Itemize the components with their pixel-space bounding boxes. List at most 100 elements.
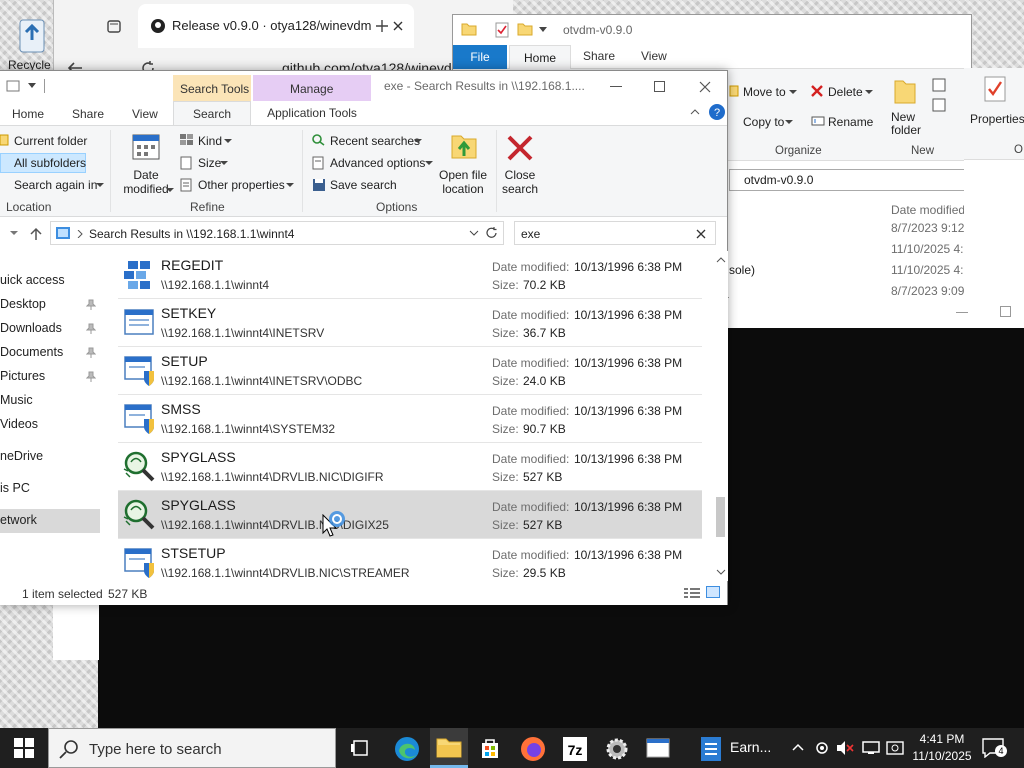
chevron-right-icon: [77, 230, 83, 238]
tab-search[interactable]: Search: [173, 101, 251, 126]
new-folder-button[interactable]: New folder: [891, 111, 921, 137]
console-app-icon[interactable]: [646, 738, 670, 758]
tab-actions-icon[interactable]: [106, 18, 122, 34]
tab-share[interactable]: Share: [583, 49, 615, 63]
rename-button[interactable]: Rename: [828, 115, 873, 129]
nav-quick-access[interactable]: uick access: [0, 273, 65, 287]
copy-to-button[interactable]: Copy to: [743, 115, 784, 129]
quick-access-dropdown-icon[interactable]: [28, 83, 36, 89]
column-date-modified[interactable]: Date modified: [891, 203, 965, 217]
address-bar[interactable]: otvdm-v0.9.0: [729, 169, 999, 191]
taskbar-date[interactable]: 11/10/2025: [910, 749, 974, 763]
delete-icon: [811, 85, 823, 97]
edge-icon[interactable]: [394, 736, 420, 762]
vertical-scrollbar[interactable]: [712, 251, 728, 581]
taskbar-time[interactable]: 4:41 PM: [917, 732, 967, 746]
recent-searches-button[interactable]: Recent searches: [330, 134, 420, 148]
all-subfolders-button[interactable]: All subfolders: [0, 153, 86, 173]
maximize-icon[interactable]: [1000, 306, 1012, 318]
nav-documents[interactable]: Documents: [0, 345, 63, 359]
network-icon[interactable]: [862, 740, 880, 756]
scroll-thumb[interactable]: [716, 497, 725, 537]
scroll-down-icon[interactable]: [716, 569, 726, 575]
search-again-in-button[interactable]: Search again in: [14, 178, 97, 192]
search-result-row[interactable]: SPYGLASS \\192.168.1.1\winnt4\DRVLIB.NIC\…: [118, 491, 702, 539]
minimize-button[interactable]: [594, 75, 640, 99]
minimize-icon[interactable]: [956, 312, 968, 314]
tab-share[interactable]: Share: [72, 107, 104, 121]
start-icon[interactable]: [14, 738, 34, 758]
7zip-icon[interactable]: 7z: [562, 736, 588, 762]
store-icon[interactable]: [478, 736, 502, 760]
close-button[interactable]: [682, 75, 728, 99]
taskbar-search-box[interactable]: Type here to search: [48, 728, 336, 768]
chevron-up-icon[interactable]: [792, 743, 804, 751]
other-properties-button[interactable]: Other properties: [198, 178, 285, 192]
search-result-row[interactable]: SPYGLASS \\192.168.1.1\winnt4\DRVLIB.NIC\…: [118, 443, 702, 491]
new-item-icon[interactable]: [931, 77, 951, 115]
nav-network[interactable]: etwork: [0, 513, 37, 527]
collapse-ribbon-icon[interactable]: [690, 109, 700, 115]
tab-home[interactable]: Home: [12, 107, 44, 121]
search-result-row[interactable]: SETKEY \\192.168.1.1\winnt4\INETSRV Date m…: [118, 299, 702, 347]
open-file-location-button[interactable]: Open file location: [436, 168, 490, 196]
taskbar-earn-label[interactable]: Earn...: [730, 739, 771, 755]
nav-this-pc[interactable]: is PC: [0, 481, 30, 495]
search-result-row[interactable]: SETUP \\192.168.1.1\winnt4\INETSRV\ODBC Da…: [118, 347, 702, 395]
recent-locations-icon[interactable]: [10, 231, 18, 236]
move-to-button[interactable]: Move to: [743, 85, 786, 99]
settings-app-icon[interactable]: [604, 736, 630, 762]
details-view-icon[interactable]: [684, 587, 700, 599]
nav-downloads[interactable]: Downloads: [0, 321, 62, 335]
nav-videos[interactable]: Videos: [0, 417, 38, 431]
recycle-bin-icon[interactable]: [14, 14, 50, 54]
close-search-button[interactable]: Close search: [500, 168, 540, 196]
notification-icon[interactable]: 4: [982, 738, 1007, 758]
camera-icon[interactable]: [814, 740, 830, 756]
window-title: exe - Search Results in \\192.168.1....: [384, 79, 585, 93]
volume-muted-icon[interactable]: [836, 740, 854, 756]
quick-access-dropdown-icon[interactable]: [539, 27, 547, 33]
advanced-options-button[interactable]: Advanced options: [330, 156, 425, 170]
scroll-up-icon[interactable]: [716, 257, 726, 263]
browser-tab[interactable]: Release v0.9.0 · otya128/winevdm: [138, 4, 414, 48]
tab-view[interactable]: View: [641, 49, 667, 63]
document-app-icon[interactable]: [700, 736, 722, 762]
refresh-icon[interactable]: [485, 226, 499, 240]
properties-button[interactable]: Properties: [970, 112, 1024, 126]
time-sync-icon[interactable]: [886, 740, 904, 756]
refine-group-label: Refine: [190, 200, 225, 214]
current-folder-button[interactable]: Current folder: [14, 134, 87, 148]
tab-home[interactable]: Home: [509, 45, 571, 71]
search-result-row[interactable]: REGEDIT \\192.168.1.1\winnt4 Date modified…: [118, 251, 702, 299]
taskbar-explorer[interactable]: [430, 728, 468, 768]
firefox-icon[interactable]: [520, 736, 546, 762]
github-icon: [150, 18, 166, 34]
tab-file[interactable]: File: [453, 45, 507, 69]
help-icon[interactable]: ?: [708, 103, 726, 121]
clear-search-icon[interactable]: [696, 229, 706, 239]
properties-quick-icon[interactable]: [495, 22, 509, 38]
close-tab-icon[interactable]: [392, 20, 404, 32]
save-search-button[interactable]: Save search: [330, 178, 397, 192]
kind-button[interactable]: Kind: [198, 134, 222, 148]
size-button[interactable]: Size: [198, 156, 221, 170]
nav-onedrive[interactable]: neDrive: [0, 449, 43, 463]
nav-music[interactable]: Music: [0, 393, 33, 407]
new-tab-icon[interactable]: [374, 18, 390, 34]
search-result-row[interactable]: SMSS \\192.168.1.1\winnt4\SYSTEM32 Date mo…: [118, 395, 702, 443]
search-result-row[interactable]: STSETUP \\192.168.1.1\winnt4\DRVLIB.NIC\S…: [118, 539, 702, 581]
tab-application-tools[interactable]: Application Tools: [253, 101, 371, 125]
maximize-button[interactable]: [638, 75, 684, 99]
up-arrow-icon[interactable]: [30, 227, 42, 241]
address-bar[interactable]: Search Results in \\192.168.1.1\winnt4: [50, 221, 504, 245]
nav-pictures[interactable]: Pictures: [0, 369, 45, 383]
large-icons-view-icon[interactable]: [706, 586, 720, 598]
task-view-icon[interactable]: [350, 738, 370, 758]
new-folder-quick-icon[interactable]: [517, 22, 533, 36]
address-dropdown-icon[interactable]: [469, 230, 479, 236]
tab-view[interactable]: View: [132, 107, 158, 121]
search-input[interactable]: exe: [514, 221, 716, 245]
nav-desktop[interactable]: Desktop: [0, 297, 46, 311]
delete-button[interactable]: Delete: [828, 85, 863, 99]
